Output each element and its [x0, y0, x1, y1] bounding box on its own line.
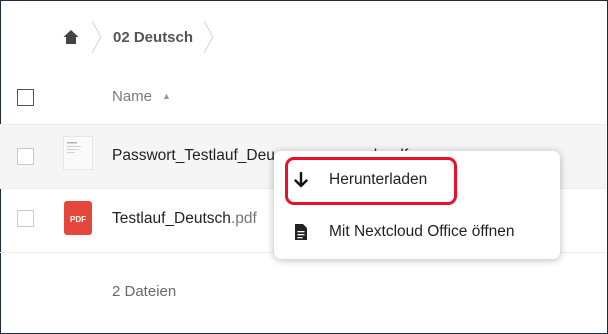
- pdf-file-icon: PDF: [63, 201, 93, 235]
- file-select-checkbox[interactable]: [17, 210, 34, 227]
- file-name-visible: Passwort_Testlauf_Deu: [112, 147, 275, 164]
- menu-item-label: Herunterladen: [329, 171, 428, 188]
- file-name-extension: .pdf: [230, 210, 257, 227]
- name-column-header[interactable]: Name ▲: [112, 88, 171, 105]
- sort-ascending-icon: ▲: [162, 91, 171, 102]
- home-icon[interactable]: [63, 29, 79, 45]
- breadcrumb-separator-icon: [203, 17, 215, 57]
- breadcrumb: 02 Deutsch: [63, 17, 215, 57]
- document-thumbnail-icon: [63, 136, 93, 170]
- menu-item-download[interactable]: Herunterladen: [274, 158, 560, 202]
- name-column-label: Name: [112, 88, 153, 105]
- menu-item-open-nextcloud-office[interactable]: Mit Nextcloud Office öffnen: [274, 210, 560, 254]
- breadcrumb-current-folder[interactable]: 02 Deutsch: [113, 29, 193, 46]
- svg-text:PDF: PDF: [70, 215, 86, 224]
- file-name-base: Testlauf_Deutsch: [112, 210, 231, 227]
- file-name[interactable]: Testlauf_Deutsch.pdf: [112, 210, 257, 228]
- select-all-checkbox[interactable]: [17, 89, 34, 106]
- file-list-header: Name ▲: [0, 70, 606, 124]
- document-icon: [294, 224, 308, 240]
- file-select-checkbox[interactable]: [17, 148, 34, 165]
- file-context-menu: Herunterladen Mit Nextcloud Office öffne…: [274, 151, 560, 259]
- file-count-summary: 2 Dateien: [112, 283, 177, 300]
- download-icon: [294, 171, 308, 188]
- menu-item-label: Mit Nextcloud Office öffnen: [329, 223, 515, 240]
- breadcrumb-separator-icon: [91, 17, 103, 57]
